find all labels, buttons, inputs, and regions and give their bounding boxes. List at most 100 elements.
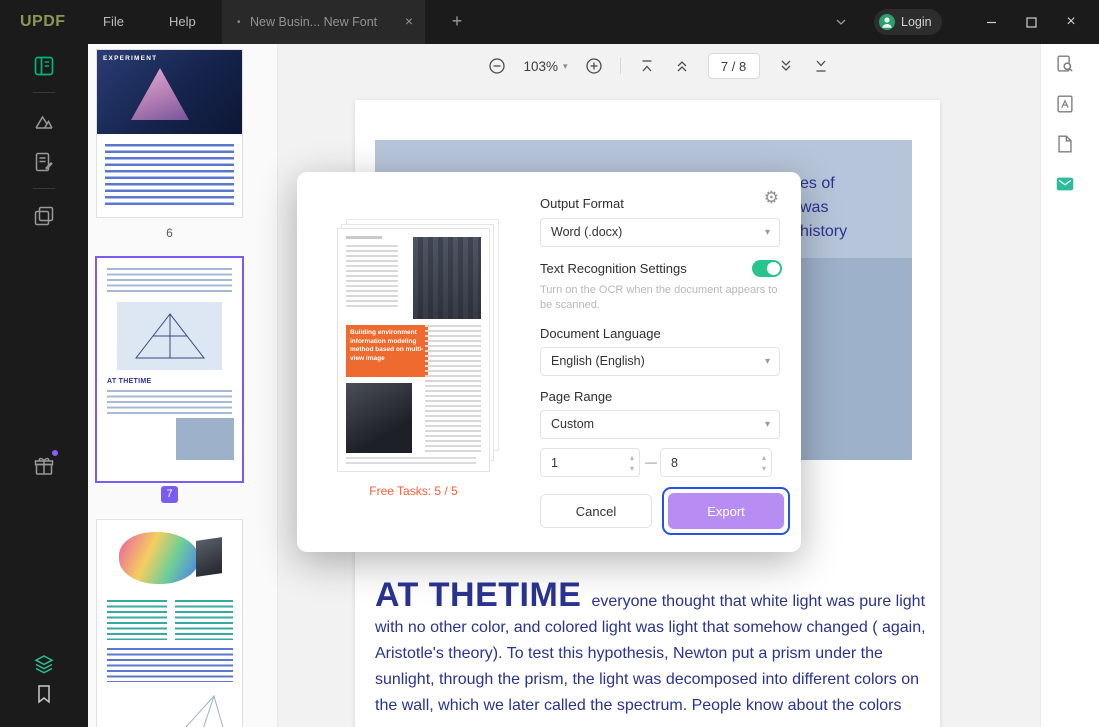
page-7-thumbnail-selected[interactable]: AT THETIME	[97, 258, 242, 481]
zoom-value: 103%	[523, 59, 558, 74]
text-lines-placeholder	[346, 245, 398, 307]
text-lines-placeholder	[107, 268, 232, 294]
divider	[33, 92, 55, 93]
notification-dot	[52, 450, 58, 456]
last-page-icon[interactable]	[812, 57, 830, 75]
export-preview: Building environment information modelin…	[337, 228, 490, 472]
cancel-button[interactable]: Cancel	[540, 494, 652, 528]
range-to-stepper[interactable]: ▴ ▾	[762, 452, 766, 474]
zoom-out-icon[interactable]	[488, 57, 506, 75]
document-icon[interactable]	[1049, 128, 1081, 160]
login-button[interactable]: Login	[874, 9, 942, 35]
page-6-thumbnail[interactable]: EXPERIMENT	[97, 50, 242, 217]
document-tab[interactable]: • New Busin... New Font ×	[222, 0, 425, 44]
text-lines-placeholder	[107, 390, 232, 414]
rainbow-gradient-graphic	[119, 532, 199, 584]
document-language-select[interactable]: English (English) ▾	[540, 347, 780, 376]
chevron-down-icon: ▾	[765, 219, 770, 246]
free-tasks-counter: Free Tasks: 5 / 5	[297, 484, 530, 498]
page-range-value: Custom	[551, 417, 594, 431]
document-heading: AT THETIME	[375, 576, 581, 614]
tab-title: New Busin... New Font	[250, 0, 377, 44]
organize-pages-icon[interactable]	[30, 202, 58, 230]
window-close-button[interactable]: ×	[1053, 0, 1089, 44]
page-6-experiment-text: EXPERIMENT	[103, 55, 157, 62]
text-lines-placeholder	[346, 457, 476, 465]
page-6-label: 6	[97, 226, 242, 240]
stepper-down-icon[interactable]: ▾	[630, 463, 634, 474]
next-page-icon[interactable]	[777, 57, 795, 75]
page-indicator-input[interactable]: 7 / 8	[708, 53, 760, 79]
banner-line: es of	[800, 172, 847, 196]
titlebar-chevron-down-icon[interactable]	[834, 15, 848, 29]
page-range-select[interactable]: Custom ▾	[540, 410, 780, 439]
avatar-icon	[879, 14, 895, 30]
output-format-label: Output Format	[540, 196, 624, 211]
gear-icon[interactable]: ⚙	[764, 188, 779, 208]
range-from-input[interactable]	[551, 450, 610, 475]
first-page-icon[interactable]	[638, 57, 656, 75]
person-photo-placeholder	[346, 383, 412, 453]
stepper-down-icon[interactable]: ▾	[762, 463, 766, 474]
document-language-label: Document Language	[540, 326, 661, 341]
right-tool-strip	[1040, 44, 1099, 727]
viewer-toolbar: 103% ▾ 7 / 8	[278, 44, 1040, 88]
zoom-level-dropdown[interactable]: 103% ▾	[523, 59, 567, 74]
image-placeholder	[176, 418, 234, 460]
range-to-field: ▴ ▾	[660, 448, 772, 477]
layers-icon[interactable]	[30, 650, 58, 678]
stepper-up-icon[interactable]: ▴	[762, 452, 766, 463]
output-format-select[interactable]: Word (.docx) ▾	[540, 218, 780, 247]
range-to-input[interactable]	[671, 450, 737, 475]
page-7-heading-text: AT THETIME	[107, 378, 151, 385]
gift-icon[interactable]	[30, 452, 58, 480]
output-format-value: Word (.docx)	[551, 225, 622, 239]
new-tab-button[interactable]: +	[447, 0, 467, 44]
annotation-icon[interactable]	[30, 148, 58, 176]
text-lines-placeholder	[107, 600, 167, 640]
page-6-cover-image: EXPERIMENT	[97, 50, 242, 134]
dark-shape-graphic	[196, 537, 222, 577]
chevron-down-icon: ▾	[563, 61, 568, 72]
divider	[33, 188, 55, 189]
range-from-stepper[interactable]: ▴ ▾	[630, 452, 634, 474]
pdfa-icon[interactable]	[1049, 88, 1081, 120]
text-lines-placeholder	[175, 600, 233, 640]
banner-text-fragments: es of was history	[800, 172, 847, 244]
export-dialog: ⚙ Building environment information model…	[297, 172, 801, 552]
prism-graphic	[131, 68, 189, 120]
divider	[620, 58, 621, 74]
maximize-button[interactable]	[1013, 0, 1049, 44]
tab-close-icon[interactable]: ×	[400, 13, 418, 31]
minimize-button[interactable]	[973, 0, 1009, 44]
thumbnail-panel-icon[interactable]	[30, 52, 58, 80]
menu-help[interactable]: Help	[169, 0, 196, 44]
document-paragraph: AT THETIMEeveryone thought that white li…	[375, 582, 933, 719]
previous-page-icon[interactable]	[673, 57, 691, 75]
export-button[interactable]: Export	[668, 493, 784, 529]
banner-line: was	[800, 196, 847, 220]
updf-app-window: UPDF File Help • New Busin... New Font ×…	[0, 0, 1099, 727]
zoom-in-icon[interactable]	[585, 57, 603, 75]
range-dash: —	[643, 448, 659, 477]
mail-icon[interactable]	[1049, 168, 1081, 200]
toggle-knob	[767, 262, 780, 275]
range-from-field: ▴ ▾	[540, 448, 640, 477]
outline-icon[interactable]	[30, 108, 58, 136]
menu-file[interactable]: File	[103, 0, 124, 44]
page-8-thumbnail[interactable]	[97, 520, 242, 727]
search-document-icon[interactable]	[1049, 48, 1081, 80]
triangle-diagram	[117, 302, 222, 370]
banner-line: history	[800, 220, 847, 244]
bookmark-icon[interactable]	[30, 680, 58, 708]
page-8-cover-image	[103, 526, 236, 590]
preview-title-line	[346, 236, 382, 239]
ocr-toggle[interactable]	[752, 260, 782, 277]
preview-caption-block: Building environment information modelin…	[346, 325, 428, 377]
ocr-hint-text: Turn on the OCR when the document appear…	[540, 283, 782, 313]
thumbnail-panel: EXPERIMENT 6 AT THETIME 7	[88, 44, 278, 727]
building-photo-placeholder	[413, 237, 481, 319]
text-lines-placeholder	[107, 648, 233, 682]
stepper-up-icon[interactable]: ▴	[630, 452, 634, 463]
tab-modified-dot: •	[237, 17, 241, 28]
